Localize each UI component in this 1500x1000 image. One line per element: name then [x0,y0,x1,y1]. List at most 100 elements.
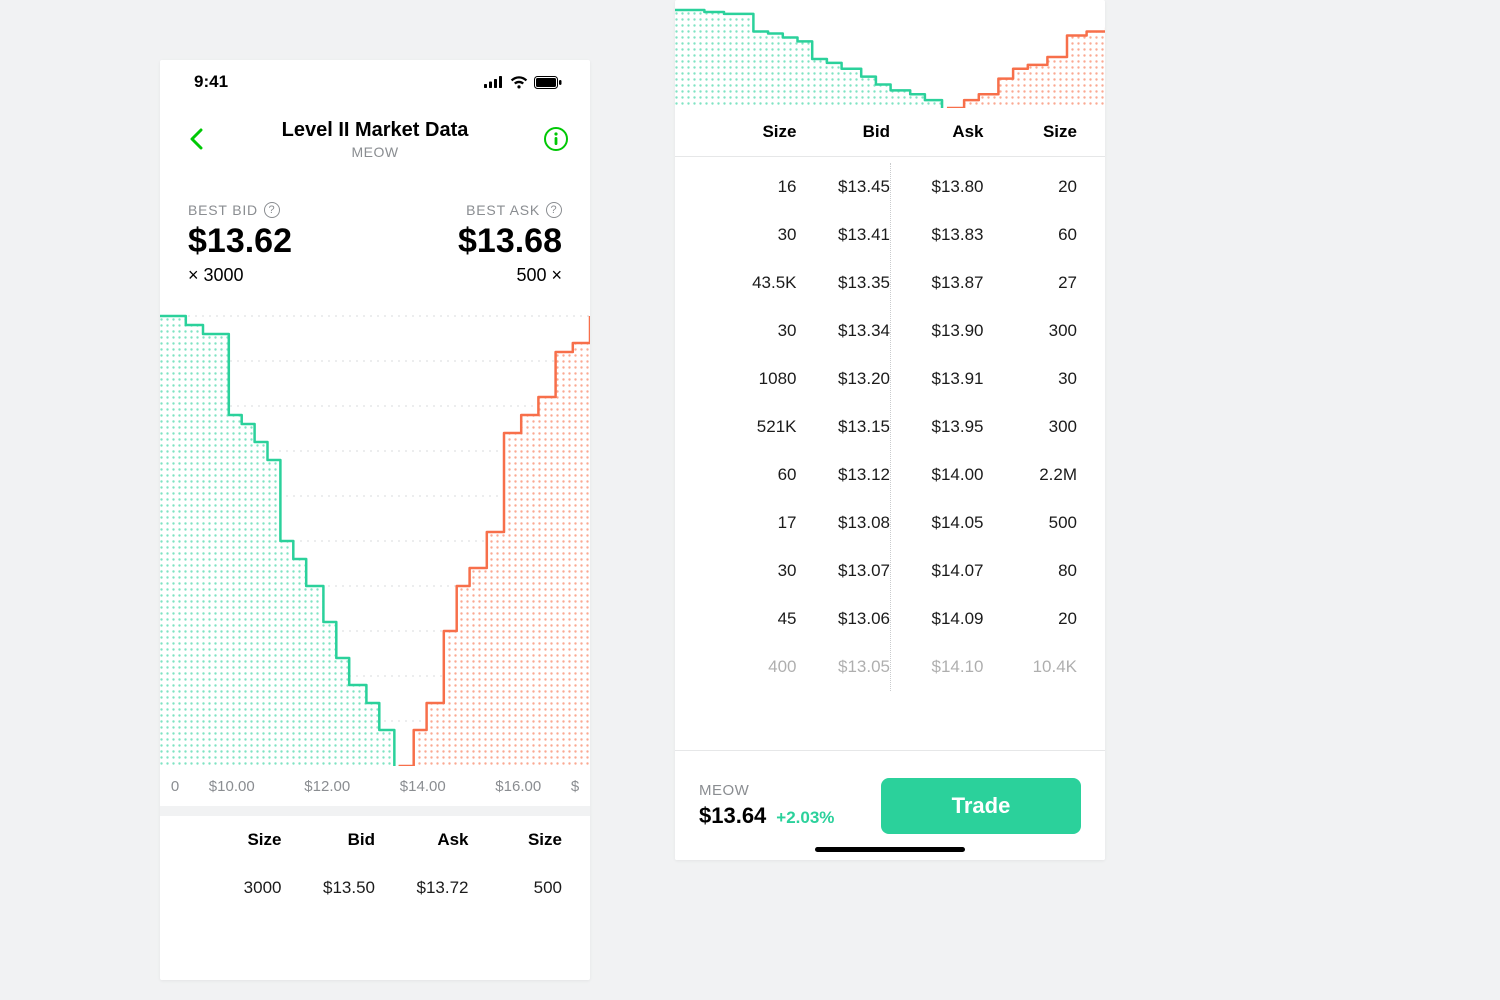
phone-screen-depth-chart: 9:41 Level II Market Data MEOW BEST [160,60,590,980]
table-cell: 30 [703,321,797,341]
table-body[interactable]: 16$13.45$13.802030$13.41$13.836043.5K$13… [675,163,1105,691]
table-cell: 27 [984,273,1078,293]
col-size-bid: Size [188,830,282,850]
col-ask: Ask [890,122,984,142]
depth-chart-mini[interactable] [675,0,1105,108]
chart-x-axis: 0 $10.00 $12.00 $14.00 $16.00 $ [160,766,590,806]
table-cell: $13.05 [797,657,891,677]
x-tick: $10.00 [184,778,280,795]
table-body[interactable]: 3000$13.50$13.72500 [160,864,590,912]
table-cell: 30 [703,225,797,245]
x-tick: $16.00 [471,778,567,795]
table-cell: 16 [703,177,797,197]
best-bid-price: $13.62 [188,222,292,261]
footer-ticker: MEOW [699,782,834,799]
status-time: 9:41 [194,72,228,92]
footer-price: $13.64 [699,803,766,829]
col-size-bid: Size [703,122,797,142]
info-button[interactable] [540,123,572,155]
phone-screen-order-book: Size Bid Ask Size 16$13.45$13.802030$13.… [675,0,1105,860]
nav-bar: Level II Market Data MEOW [160,104,590,174]
table-cell: 500 [469,878,563,898]
table-cell: $13.08 [797,513,891,533]
status-bar: 9:41 [160,60,590,104]
x-tick: $14.00 [375,778,471,795]
help-icon[interactable]: ? [264,202,280,218]
table-cell: $14.07 [890,561,984,581]
table-cell: $13.95 [890,417,984,437]
best-bid-size: × 3000 [188,265,292,286]
table-cell: 500 [984,513,1078,533]
status-indicators [484,76,562,89]
best-ask-price: $13.68 [458,222,562,261]
best-ask-size: 500 × [516,265,562,286]
table-cell: 20 [984,177,1078,197]
footer-bar: MEOW $13.64 +2.03% Trade [675,750,1105,860]
table-cell: 17 [703,513,797,533]
table-cell: 3000 [188,878,282,898]
table-row[interactable]: 3000$13.50$13.72500 [160,864,590,912]
table-cell: 80 [984,561,1078,581]
chevron-left-icon [189,128,203,150]
help-icon[interactable]: ? [546,202,562,218]
table-cell: 43.5K [703,273,797,293]
table-cell: $13.87 [890,273,984,293]
table-cell: 400 [703,657,797,677]
table-cell: $13.83 [890,225,984,245]
footer-change: +2.03% [776,808,834,828]
page-title: Level II Market Data [282,119,469,142]
page-subtitle: MEOW [282,144,469,160]
order-book-table: Size Bid Ask Size 3000$13.50$13.72500 [160,816,590,912]
back-button[interactable] [178,121,214,157]
table-cell: $13.20 [797,369,891,389]
battery-icon [534,76,562,89]
table-cell: $13.07 [797,561,891,581]
table-cell: 2.2M [984,465,1078,485]
section-divider [160,806,590,816]
table-cell: $14.10 [890,657,984,677]
table-cell: $14.00 [890,465,984,485]
x-tick: 0 [166,778,184,795]
best-bid-ask-row: BEST BID ? $13.62 × 3000 BEST ASK ? $13.… [160,174,590,306]
table-cell: 300 [984,417,1078,437]
order-book-table: Size Bid Ask Size 16$13.45$13.802030$13.… [675,108,1105,691]
table-cell: 45 [703,609,797,629]
table-cell: 521K [703,417,797,437]
table-cell: 20 [984,609,1078,629]
table-cell: 60 [703,465,797,485]
cellular-icon [484,76,504,88]
table-cell: 10.4K [984,657,1078,677]
table-cell: 30 [984,369,1078,389]
depth-chart[interactable] [160,306,590,766]
table-cell: $14.09 [890,609,984,629]
table-cell: $13.41 [797,225,891,245]
table-cell: 300 [984,321,1078,341]
col-bid: Bid [797,122,891,142]
col-ask: Ask [375,830,469,850]
table-cell: $13.72 [375,878,469,898]
best-bid-label: BEST BID ? [188,202,292,218]
table-cell: $13.80 [890,177,984,197]
table-row[interactable]: 400$13.05$14.1010.4K [675,643,1105,691]
best-ask-label: BEST ASK ? [466,202,562,218]
x-tick: $12.00 [280,778,376,795]
center-divider [890,163,891,691]
table-cell: $13.15 [797,417,891,437]
trade-button[interactable]: Trade [881,778,1081,834]
x-tick: $ [566,778,584,795]
col-size-ask: Size [984,122,1078,142]
table-cell: 1080 [703,369,797,389]
table-header: Size Bid Ask Size [160,816,590,864]
home-indicator[interactable] [815,847,965,852]
col-bid: Bid [282,830,376,850]
table-cell: $13.35 [797,273,891,293]
table-cell: $13.34 [797,321,891,341]
wifi-icon [510,76,528,89]
table-cell: $13.06 [797,609,891,629]
table-cell: $13.45 [797,177,891,197]
table-cell: $13.90 [890,321,984,341]
table-cell: 30 [703,561,797,581]
table-cell: $13.50 [282,878,376,898]
table-header: Size Bid Ask Size [675,108,1105,156]
table-cell: $13.91 [890,369,984,389]
